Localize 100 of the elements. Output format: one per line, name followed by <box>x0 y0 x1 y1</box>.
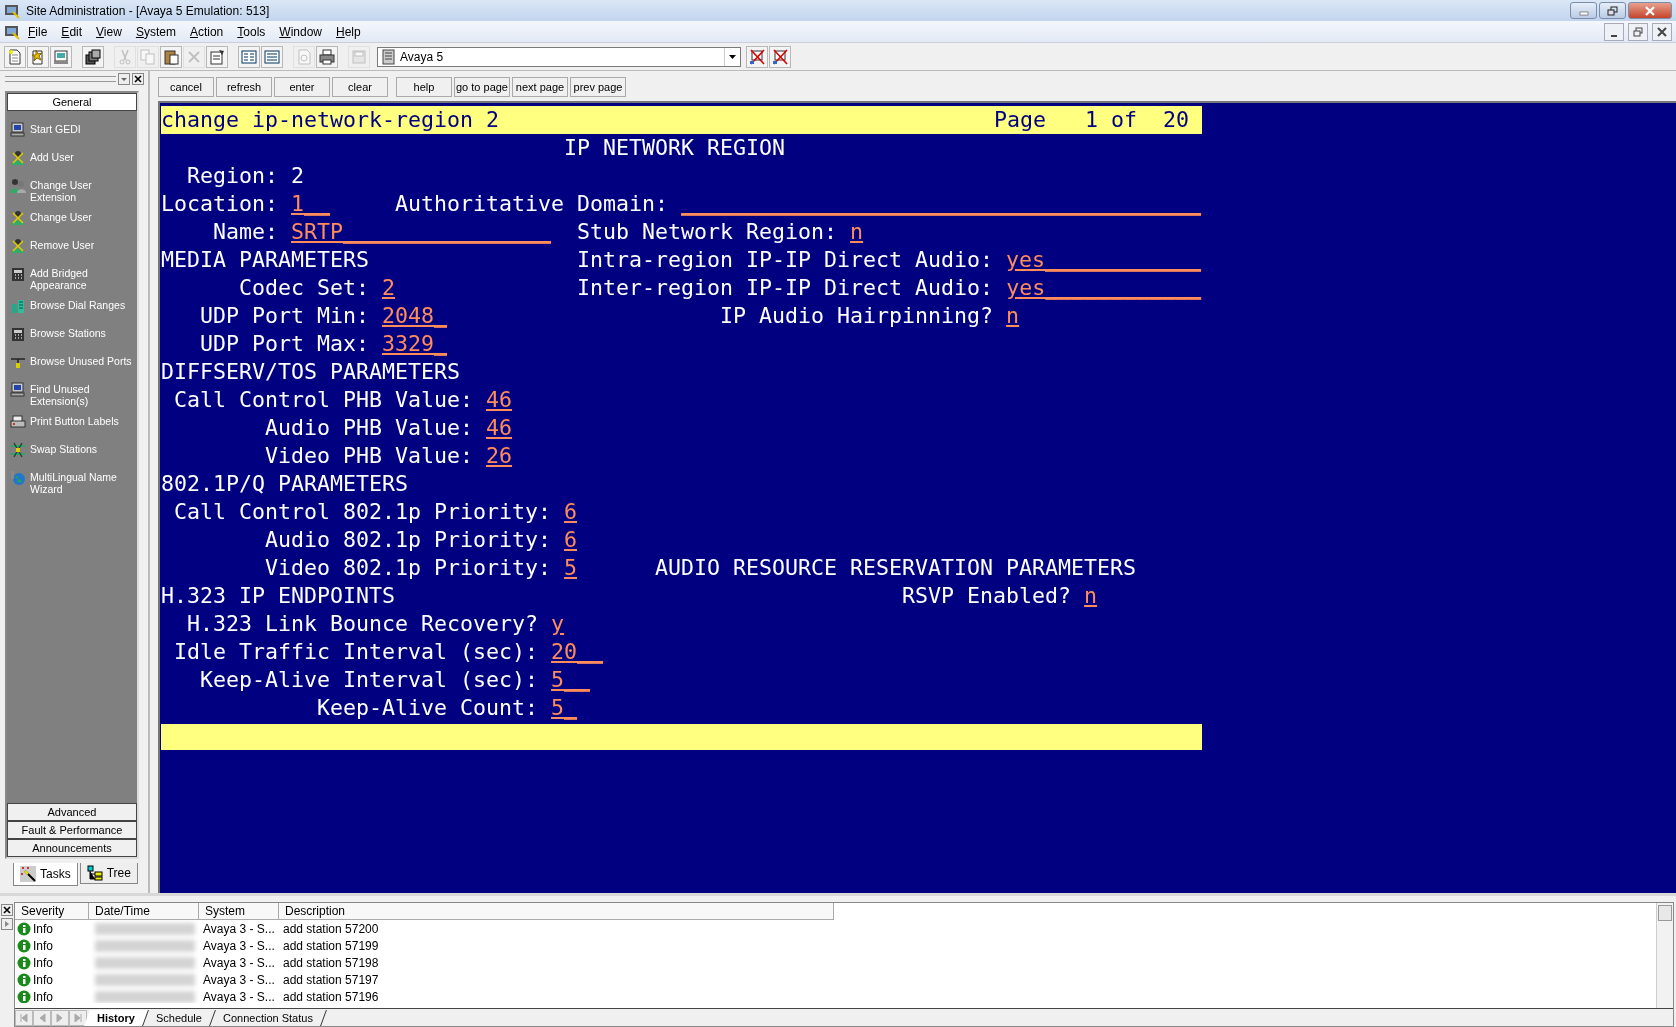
command-button[interactable]: clear <box>332 77 388 97</box>
form-field[interactable]: 5_ <box>551 695 578 720</box>
column-header[interactable]: Description <box>279 903 834 920</box>
menu-item[interactable]: Tools <box>231 23 272 40</box>
nav-button[interactable] <box>51 1009 69 1026</box>
minimize-button[interactable] <box>1604 22 1624 41</box>
person-icon <box>10 150 26 166</box>
task-link[interactable]: Change User Extension <box>30 179 137 203</box>
section-button[interactable]: Fault & Performance <box>7 821 137 839</box>
nav-button[interactable] <box>33 1009 51 1026</box>
person-icon <box>10 238 26 254</box>
form-field[interactable]: ________________________________________ <box>681 191 1202 216</box>
severity-text: Info <box>33 938 53 953</box>
nav-button[interactable] <box>69 1009 87 1026</box>
task-link[interactable]: Change User <box>30 211 92 223</box>
table-cell-text: Avaya 3 - S... <box>202 938 276 953</box>
menu-item[interactable]: Window <box>273 23 328 40</box>
task-link[interactable]: Remove User <box>30 239 95 251</box>
form-field[interactable]: 2 <box>382 275 396 300</box>
form-field[interactable]: 1__ <box>291 191 331 216</box>
form-field[interactable]: 3329_ <box>382 331 448 356</box>
form-field[interactable]: 26 <box>486 443 513 468</box>
column-header[interactable]: System <box>199 903 279 920</box>
toolbar-button[interactable] <box>316 45 338 68</box>
command-button[interactable]: cancel <box>158 77 214 97</box>
nav-button[interactable] <box>15 1009 33 1026</box>
form-field[interactable]: SRTP________________ <box>291 219 552 244</box>
restore-button[interactable] <box>1628 22 1648 41</box>
server-icon <box>381 48 396 65</box>
panel-tab[interactable]: Tasks <box>13 863 78 886</box>
dropdown-button[interactable] <box>118 73 130 85</box>
computer-icon <box>10 122 26 138</box>
menu-item[interactable]: View <box>90 23 128 40</box>
restore-button[interactable] <box>1599 2 1626 19</box>
magic-wand-icon <box>20 866 36 882</box>
log-tab[interactable]: Schedule <box>143 1009 216 1026</box>
command-button[interactable]: refresh <box>216 77 272 97</box>
detail-view-icon <box>264 48 280 65</box>
form-field[interactable]: 2048_ <box>382 303 448 328</box>
table-cell-text: add station 57198 <box>282 955 380 970</box>
form-field[interactable]: 6 <box>564 527 578 552</box>
new-document-icon <box>7 48 23 65</box>
section-button[interactable]: General <box>7 93 137 111</box>
buildings-icon <box>10 298 26 314</box>
form-field[interactable]: 5 <box>564 555 578 580</box>
command-button[interactable]: go to page <box>454 77 510 97</box>
form-field[interactable]: 20__ <box>551 639 604 664</box>
form-field[interactable]: yes____________ <box>1006 247 1202 272</box>
form-field[interactable]: n <box>850 219 864 244</box>
toolbar-button[interactable] <box>160 45 182 68</box>
form-field[interactable]: 46 <box>486 387 513 412</box>
panel-tab[interactable]: Tree <box>79 863 138 884</box>
section-button[interactable]: Advanced <box>7 803 137 821</box>
close-button[interactable] <box>1652 22 1672 41</box>
wizard-document-icon <box>30 48 46 65</box>
scrollbar[interactable] <box>1656 903 1673 1008</box>
menu-item[interactable]: System <box>129 23 182 40</box>
command-button[interactable]: prev page <box>570 77 626 97</box>
task-link[interactable]: Browse Stations <box>30 327 106 339</box>
command-button[interactable]: next page <box>512 77 568 97</box>
task-link[interactable]: Browse Dial Ranges <box>30 299 126 311</box>
toolbar-button[interactable] <box>206 45 228 68</box>
task-link[interactable]: Browse Unused Ports <box>30 355 132 367</box>
command-button[interactable]: help <box>396 77 452 97</box>
toolbar-button[interactable] <box>82 45 104 68</box>
log-tab[interactable]: Connection Status <box>209 1009 327 1026</box>
task-link[interactable]: Print Button Labels <box>30 415 119 427</box>
task-link[interactable]: Start GEDI <box>30 123 81 135</box>
form-field[interactable]: 46 <box>486 415 513 440</box>
info-icon <box>17 989 31 1003</box>
task-link[interactable]: Add User <box>30 151 74 163</box>
form-label: AUDIO RESOURCE RESERVATION PARAMETERS <box>655 555 1137 580</box>
caret-icon <box>728 53 737 60</box>
task-link[interactable]: Add Bridged Appearance <box>30 267 137 291</box>
print-preview-icon <box>296 48 312 65</box>
form-field[interactable]: n <box>1006 303 1020 328</box>
form-field[interactable]: n <box>1084 583 1098 608</box>
command-button[interactable]: enter <box>274 77 330 97</box>
menu-item[interactable]: File <box>22 23 54 40</box>
form-field[interactable]: yes____________ <box>1006 275 1202 300</box>
menu-item[interactable]: Edit <box>55 23 89 40</box>
task-link[interactable]: Find Unused Extension(s) <box>30 383 137 407</box>
close-button[interactable] <box>132 73 144 85</box>
caret-icon <box>121 76 127 82</box>
system-dropdown[interactable]: Avaya 5 <box>377 46 741 67</box>
form-field[interactable]: 6 <box>564 499 578 524</box>
column-header[interactable]: Date/Time <box>89 903 199 920</box>
task-link[interactable]: MultiLingual Name Wizard <box>30 471 137 495</box>
form-field[interactable]: 5__ <box>551 667 591 692</box>
section-button[interactable]: Announcements <box>7 839 137 857</box>
column-header[interactable]: Severity <box>15 903 89 920</box>
log-tab[interactable]: History <box>84 1009 149 1026</box>
form-field[interactable]: y <box>551 611 565 636</box>
table-cell-text: add station 57199 <box>282 938 380 953</box>
printer-icon <box>10 414 26 430</box>
close-button[interactable] <box>1 904 13 916</box>
menu-item[interactable]: Action <box>183 23 230 40</box>
menu-item[interactable]: Help <box>330 23 367 40</box>
task-link[interactable]: Swap Stations <box>30 443 98 455</box>
list-view-icon <box>241 48 257 65</box>
